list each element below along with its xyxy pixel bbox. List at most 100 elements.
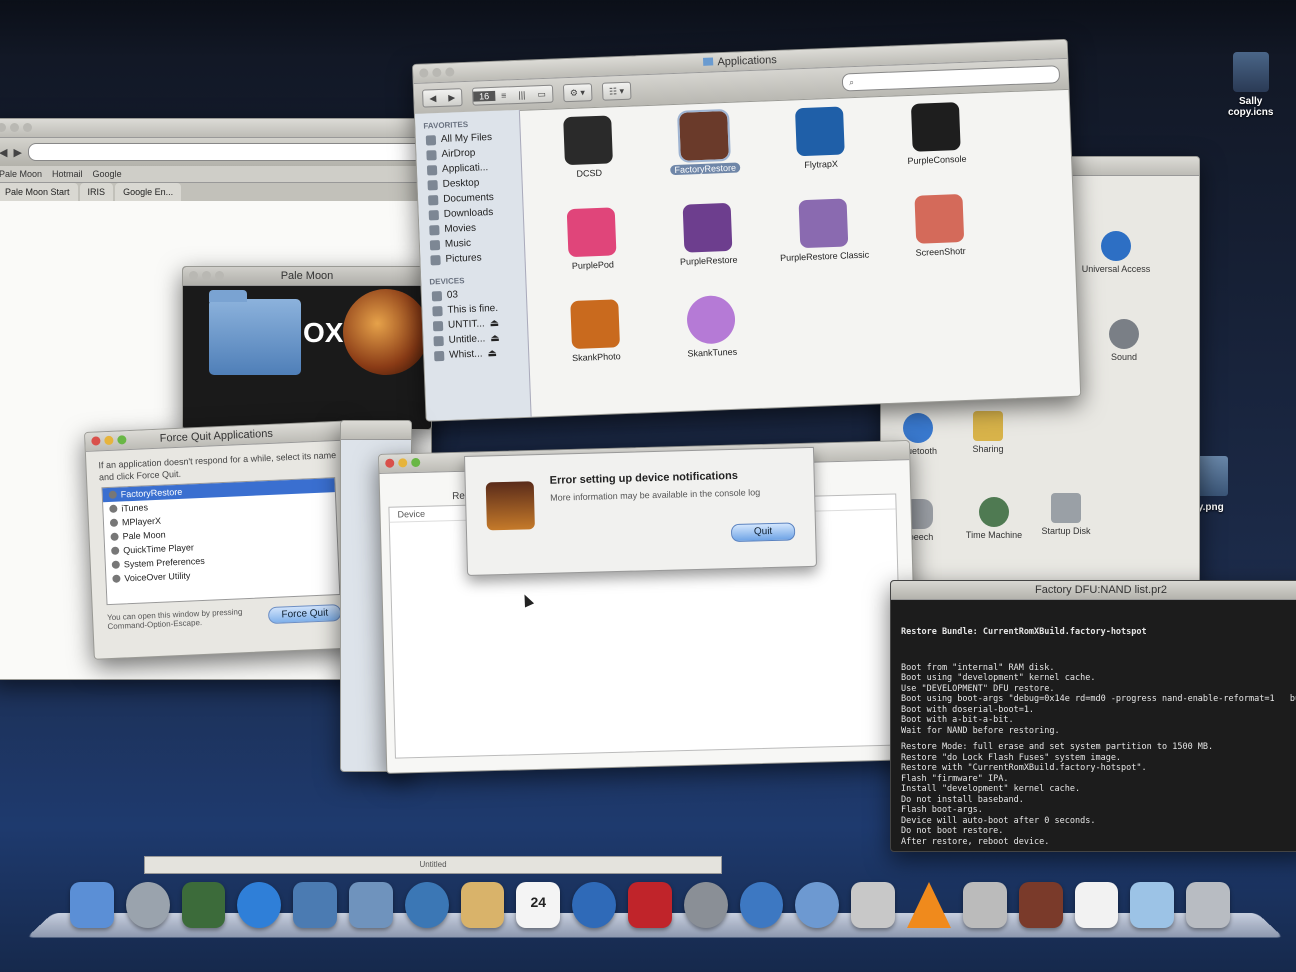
quicktime-icon[interactable] xyxy=(739,882,784,928)
launchpad-icon[interactable] xyxy=(125,882,170,928)
notes-icon[interactable] xyxy=(460,882,505,928)
eject-icon[interactable]: ⏏ xyxy=(490,333,500,344)
movies-icon xyxy=(429,224,440,235)
sound-pref[interactable]: Sound xyxy=(1089,319,1159,362)
photo-booth-icon[interactable] xyxy=(627,882,672,928)
app-item[interactable]: PurpleRestore Classic xyxy=(767,197,882,293)
folder-icon[interactable] xyxy=(1130,882,1175,928)
arrange-menu[interactable]: ☷ ▾ xyxy=(601,81,632,101)
mplayerx-icon[interactable] xyxy=(795,882,840,928)
list-view-icon[interactable]: ≡ xyxy=(495,90,513,101)
desktop-file-sally[interactable]: Sally copy.icns xyxy=(1228,52,1273,118)
app-item[interactable]: PurplePod xyxy=(535,206,650,302)
app-item[interactable]: PurpleConsole xyxy=(879,101,994,197)
sidebar-item-label: Movies xyxy=(444,222,477,235)
bookmarks-bar: Pale Moon Hotmail Google xyxy=(0,166,431,183)
safari-icon[interactable] xyxy=(404,882,449,928)
disk-icon xyxy=(431,290,443,301)
app-item[interactable]: DCSD xyxy=(531,114,646,210)
app-name: MPlayerX xyxy=(121,515,162,528)
sally-file-icon xyxy=(1232,52,1269,92)
window-title: Force Quit Applications xyxy=(159,427,274,445)
back-icon[interactable]: ◀ xyxy=(423,92,442,104)
close-button[interactable] xyxy=(0,123,6,132)
error-title: Error setting up device notifications xyxy=(549,469,739,487)
terminal-heading: Restore Bundle: CurrentRomXBuild.factory… xyxy=(901,627,1147,637)
sidebar-item-label: Applicati... xyxy=(441,162,489,175)
search-icon: ⌕ xyxy=(848,77,855,88)
tab[interactable]: Pale Moon Start xyxy=(0,183,78,201)
zoom-button[interactable] xyxy=(117,435,127,445)
minimize-button[interactable] xyxy=(10,123,19,132)
close-button[interactable] xyxy=(385,458,395,468)
bookmark-item[interactable]: Pale Moon xyxy=(0,166,42,182)
sidebar-device[interactable]: Whist... ⏏ xyxy=(424,345,528,364)
column-view-icon[interactable]: ||| xyxy=(512,89,531,100)
tab[interactable]: IRIS xyxy=(79,183,114,201)
app-item[interactable]: SkankPhoto xyxy=(538,298,653,394)
back-forward-control[interactable]: ◀ ▶ xyxy=(421,88,463,108)
mission-control-icon[interactable] xyxy=(181,882,226,928)
eject-icon[interactable]: ⏏ xyxy=(487,348,497,359)
eject-icon[interactable]: ⏏ xyxy=(489,318,499,329)
itunes-icon[interactable] xyxy=(572,882,616,928)
sharing-pref[interactable]: Sharing xyxy=(953,411,1023,454)
window-title: Pale Moon xyxy=(280,270,334,282)
app-label: SkankTunes xyxy=(687,346,738,359)
app-label: PurplePod xyxy=(571,259,615,272)
minimize-button[interactable] xyxy=(104,435,114,446)
sidebar-item-label: Untitle... xyxy=(448,333,486,346)
coverflow-icon[interactable]: ▭ xyxy=(531,88,552,100)
trash-icon[interactable] xyxy=(1186,882,1230,928)
vlc-icon[interactable] xyxy=(906,882,951,928)
zoom-button[interactable] xyxy=(215,271,224,280)
tab[interactable]: Google En... xyxy=(115,183,182,201)
installer-icon[interactable] xyxy=(962,882,1007,928)
time-machine-pref[interactable]: Time Machine xyxy=(959,497,1029,540)
universal-access-pref[interactable]: Universal Access xyxy=(1081,231,1151,274)
terminal-line: After restore, reboot device. xyxy=(901,836,1050,847)
app-item[interactable]: FactoryRestore xyxy=(647,108,762,206)
force-quit-button[interactable]: Force Quit xyxy=(268,603,342,624)
zoom-button[interactable] xyxy=(411,457,421,468)
close-button[interactable] xyxy=(419,68,429,78)
photo-icon[interactable] xyxy=(348,882,393,928)
gear-icon[interactable]: ⚙ ▾ xyxy=(564,87,591,99)
icon-view-button[interactable]: 16 xyxy=(472,90,496,102)
minimize-button[interactable] xyxy=(202,271,211,280)
zoom-button[interactable] xyxy=(23,123,32,132)
minimize-button[interactable] xyxy=(432,67,442,78)
url-bar[interactable] xyxy=(27,143,423,161)
zoom-button[interactable] xyxy=(445,67,455,77)
app-store-icon[interactable] xyxy=(237,882,282,928)
preview-icon[interactable] xyxy=(293,882,337,928)
app-item[interactable]: ScreenShotr xyxy=(882,193,997,289)
sidebar-item-pictures[interactable]: Pictures xyxy=(420,249,524,268)
app-item[interactable]: SkankTunes xyxy=(654,294,769,390)
terminal-output[interactable]: Restore Bundle: CurrentRomXBuild.factory… xyxy=(891,600,1296,851)
action-menu[interactable]: ⚙ ▾ xyxy=(562,83,593,103)
forward-icon[interactable]: ▶ xyxy=(442,92,461,104)
close-button[interactable] xyxy=(189,271,198,280)
bookmark-item[interactable]: Hotmail xyxy=(52,166,83,182)
sound-icon xyxy=(1109,319,1139,349)
view-mode-control[interactable]: 16 ≡ ||| ▭ xyxy=(471,84,554,106)
voiceover-icon[interactable] xyxy=(851,882,895,928)
back-icon[interactable]: ◀ xyxy=(0,146,7,159)
forward-icon[interactable]: ▶ xyxy=(13,146,21,159)
skankphoto-icon xyxy=(570,299,621,350)
minimize-button[interactable] xyxy=(398,458,408,468)
system-preferences-icon[interactable] xyxy=(683,882,728,928)
quit-button[interactable]: Quit xyxy=(730,522,796,543)
close-button[interactable] xyxy=(91,436,101,446)
finder-icon[interactable] xyxy=(70,882,114,928)
arrange-icon[interactable]: ☷ ▾ xyxy=(603,85,630,97)
bookmark-item[interactable]: Google xyxy=(93,166,122,182)
startup-disk-pref[interactable]: Startup Disk xyxy=(1031,493,1101,536)
app-item[interactable]: PurpleRestore xyxy=(651,202,766,298)
calendar-icon[interactable]: 24 xyxy=(516,882,561,928)
app-item[interactable]: FlytrapX xyxy=(763,105,878,201)
factoryrestore-icon[interactable] xyxy=(1018,882,1063,928)
search-input[interactable]: ⌕ xyxy=(841,65,1061,92)
document-icon[interactable] xyxy=(1074,882,1119,928)
